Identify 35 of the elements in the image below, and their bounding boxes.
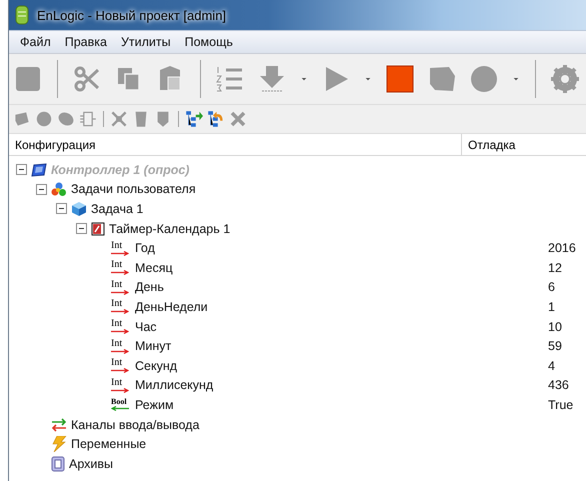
menu-item[interactable]: Правка	[58, 35, 114, 49]
settings-icon[interactable]	[550, 64, 580, 94]
numbered-list-icon[interactable]	[215, 64, 245, 94]
colored-balls-icon	[51, 182, 67, 197]
menu-item[interactable]: Утилиты	[114, 35, 178, 49]
debug-value: 4	[548, 358, 555, 373]
debug-value: 12	[548, 260, 562, 275]
tree-add-icon[interactable]	[185, 110, 203, 128]
debug-value: 59	[548, 339, 562, 354]
menu-item[interactable]: Помощь	[178, 35, 240, 49]
oval-icon[interactable]	[57, 110, 75, 128]
debug-value: 1	[548, 300, 555, 314]
debug-value: 436	[548, 378, 569, 392]
calendar-block-icon	[91, 222, 105, 236]
debug-value: True	[548, 398, 574, 412]
column-header[interactable]: Отладка	[462, 138, 516, 152]
tree-undo-icon[interactable]	[207, 110, 225, 128]
cut-icon[interactable]	[72, 64, 102, 94]
app-icon	[15, 5, 29, 25]
rounded-square-icon[interactable]	[13, 64, 43, 94]
two-way-arrows-icon	[51, 418, 67, 432]
function-block-icon[interactable]	[79, 110, 97, 128]
column-header[interactable]: Конфигурация	[9, 134, 462, 155]
cube-icon	[71, 200, 87, 217]
window-title: EnLogic - Новый проект [admin]	[37, 8, 226, 22]
debug-value: 2016	[548, 241, 576, 256]
archive-icon	[51, 456, 65, 472]
shape-icon[interactable]	[13, 110, 31, 128]
circle-icon[interactable]	[469, 64, 499, 94]
debug-value: 10	[548, 320, 562, 334]
lightning-icon	[51, 436, 67, 452]
controller-icon	[31, 162, 47, 177]
stop-icon[interactable]	[385, 64, 415, 94]
debug-value: 6	[548, 280, 555, 294]
menu-item[interactable]: Файл	[13, 35, 58, 49]
